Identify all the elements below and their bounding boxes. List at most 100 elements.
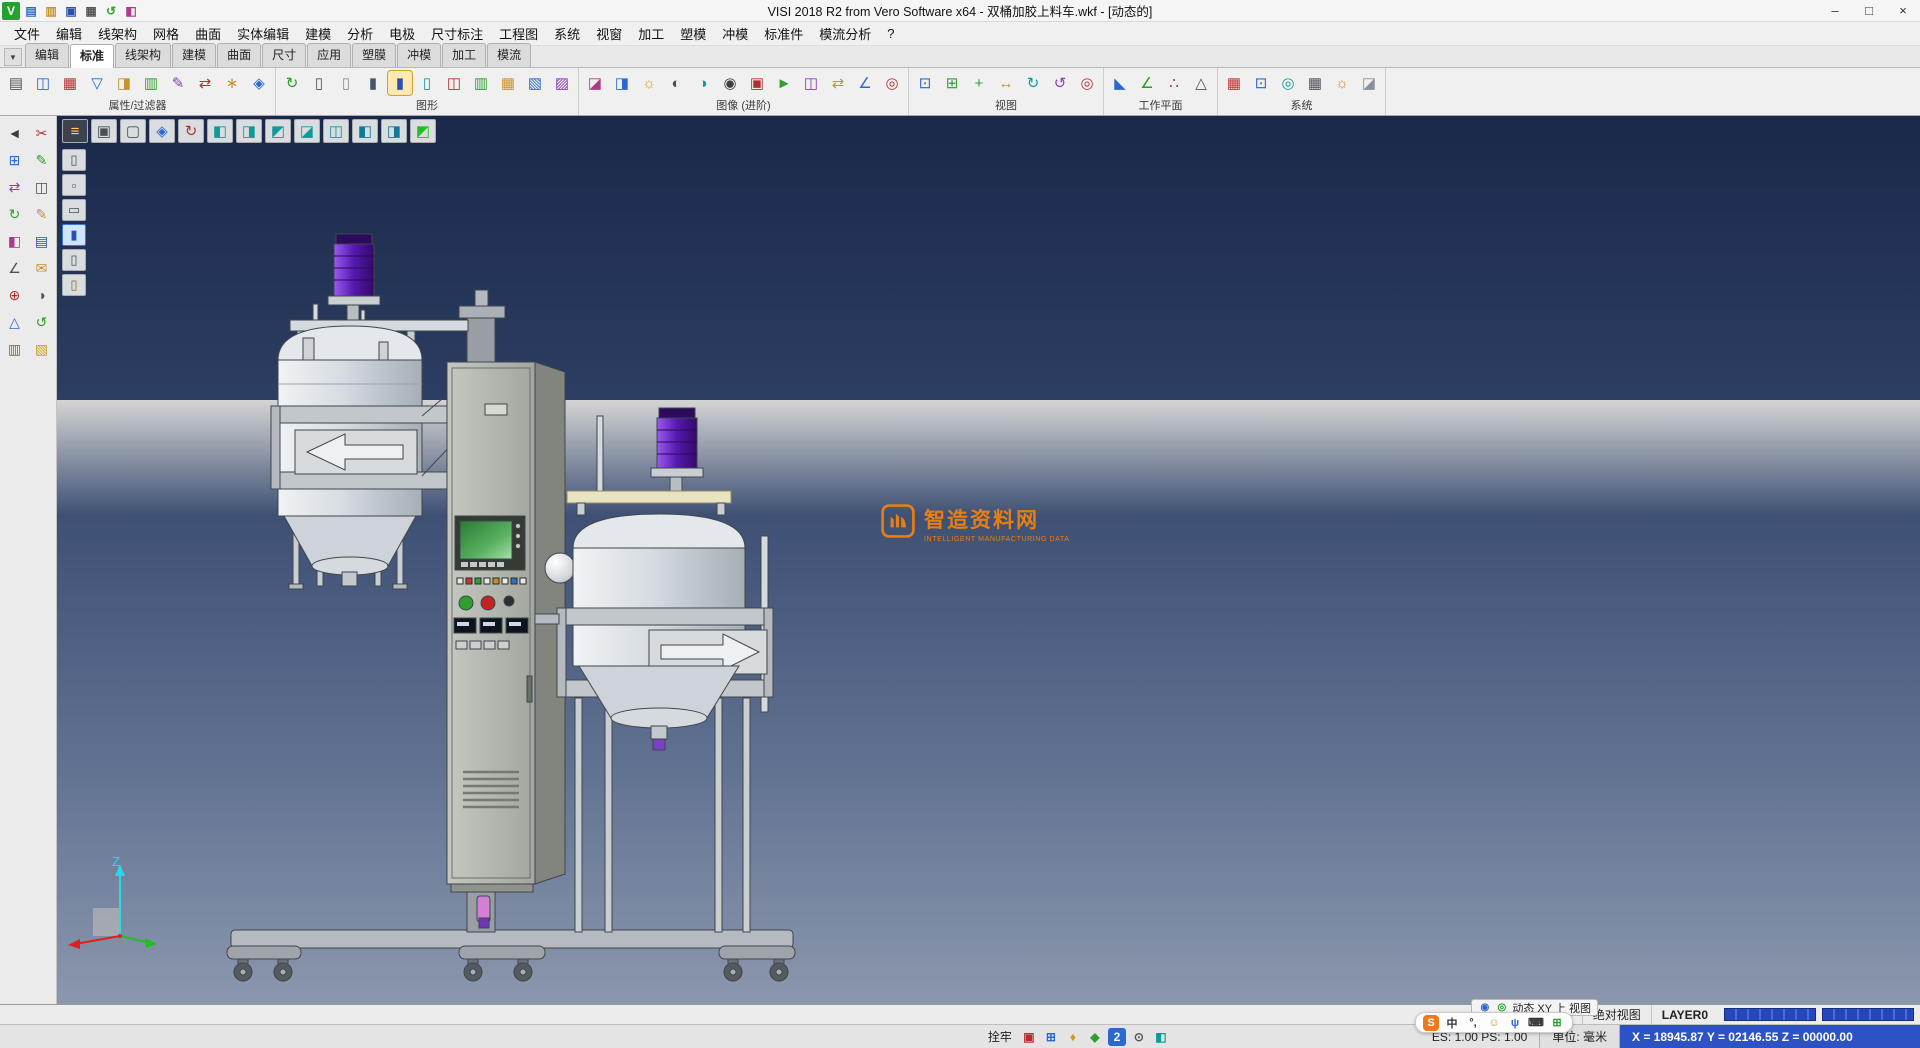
grid-settings-icon[interactable]: ▦ <box>1303 71 1327 95</box>
edit-attributes-icon[interactable]: ✎ <box>166 71 190 95</box>
model-base-frame[interactable] <box>227 930 795 981</box>
menu-item[interactable]: 模流分析 <box>811 21 879 46</box>
drafting-icon[interactable]: ◪ <box>1357 71 1381 95</box>
toolbar-tab[interactable]: 线架构 <box>115 43 171 67</box>
select-icon[interactable]: ◄ <box>3 121 27 145</box>
ime-mic-icon[interactable]: ψ <box>1507 1015 1523 1031</box>
zoom-window-icon[interactable]: ⊞ <box>940 71 964 95</box>
regenerate-icon[interactable]: ↻ <box>280 71 304 95</box>
compare-icon[interactable]: ⇄ <box>826 71 850 95</box>
toolbar-tab[interactable]: 冲模 <box>397 43 441 67</box>
tab-dropdown-button[interactable]: ▼ <box>4 48 22 66</box>
notebook-icon[interactable]: ▤ <box>30 229 54 253</box>
workplane-3points-icon[interactable]: ∴ <box>1162 71 1186 95</box>
toolbar-tab[interactable]: 编辑 <box>25 43 69 67</box>
zoom-in-icon[interactable]: + <box>967 71 991 95</box>
filter-wire-icon[interactable]: ▭ <box>62 199 86 221</box>
lock-toggle[interactable]: 拴牢 <box>980 1028 1020 1045</box>
visi-logo-icon[interactable]: V <box>2 2 20 20</box>
menu-item[interactable]: 标准件 <box>756 21 811 46</box>
view-top-icon[interactable]: ◨ <box>236 119 262 143</box>
shadow-icon[interactable]: ◐ <box>664 71 688 95</box>
toolbar-tab[interactable]: 标准 <box>70 44 114 68</box>
shaded-edges-icon[interactable]: ▮ <box>388 71 412 95</box>
angle-icon[interactable]: ∠ <box>3 256 27 280</box>
maximize-button[interactable]: □ <box>1852 0 1886 21</box>
layers-icon[interactable]: ▥ <box>3 337 27 361</box>
color-filter-icon[interactable]: ◨ <box>112 71 136 95</box>
environment-icon[interactable]: ◎ <box>1276 71 1300 95</box>
zoom-fit-icon[interactable]: ⊡ <box>913 71 937 95</box>
snapshot-icon[interactable]: ▣ <box>745 71 769 95</box>
ime-emoji-icon[interactable]: ☺ <box>1486 1015 1502 1031</box>
award-icon[interactable]: ♦ <box>1064 1028 1082 1046</box>
sogou-logo-icon[interactable]: S <box>1423 1015 1439 1031</box>
menu-item[interactable]: ? <box>879 23 902 44</box>
gear-icon[interactable]: ⊙ <box>1130 1028 1148 1046</box>
quick-select-icon[interactable]: ∗ <box>220 71 244 95</box>
animation-icon[interactable]: ► <box>772 71 796 95</box>
filter-solids-icon[interactable]: ▮ <box>62 224 86 246</box>
view-bottom-icon[interactable]: ◨ <box>381 119 407 143</box>
render-icon[interactable]: ◪ <box>583 71 607 95</box>
folder-icon[interactable]: ▧ <box>30 337 54 361</box>
reflection-icon[interactable]: ◑ <box>691 71 715 95</box>
shaded-display-icon[interactable]: ▮ <box>361 71 385 95</box>
color-table-icon[interactable]: ▦ <box>1222 71 1246 95</box>
wireframe-mode-icon[interactable]: ▢ <box>120 119 146 143</box>
toolbar-tab[interactable]: 应用 <box>307 43 351 67</box>
section-view-icon[interactable]: ◫ <box>442 71 466 95</box>
background-icon[interactable]: ▧ <box>523 71 547 95</box>
filter-icon[interactable]: ▽ <box>85 71 109 95</box>
hidden-line-icon[interactable]: ▯ <box>334 71 358 95</box>
toolbar-tab[interactable]: 尺寸 <box>262 43 306 67</box>
toolbar-tab[interactable]: 曲面 <box>217 43 261 67</box>
ime-keyboard-icon[interactable]: ⌨ <box>1528 1015 1544 1031</box>
toolbar-tab[interactable]: 塑膜 <box>352 43 396 67</box>
capture-icon[interactable]: ◎ <box>880 71 904 95</box>
orbit-icon[interactable]: ↻ <box>1021 71 1045 95</box>
sketch-icon[interactable]: ✎ <box>30 148 54 172</box>
layer-filter-icon[interactable]: ▥ <box>139 71 163 95</box>
viewport[interactable]: Z ≡▣▢◈↻◧◨◩◪◫◧◨◩ ▯▫▭▮▯▯ <box>57 116 1920 1004</box>
filter-points-icon[interactable]: ▫ <box>62 174 86 196</box>
title-bar[interactable]: V▤▥▣▦↺◧ VISI 2018 R2 from Vero Software … <box>0 0 1920 22</box>
snap-grid-icon[interactable]: ⊞ <box>1042 1028 1060 1046</box>
view-back-icon[interactable]: ◧ <box>352 119 378 143</box>
menu-item[interactable]: 冲模 <box>714 21 756 46</box>
active-layer-button[interactable]: LAYER0 <box>1651 1005 1718 1024</box>
workplane-reset-icon[interactable]: △ <box>1189 71 1213 95</box>
entity-info-icon[interactable]: ◈ <box>247 71 271 95</box>
regen-icon[interactable]: ↻ <box>3 202 27 226</box>
view-iso-icon[interactable]: ◧ <box>207 119 233 143</box>
viewport-menu-icon[interactable]: ≡ <box>62 119 88 143</box>
phase-icon[interactable]: ◑ <box>30 283 54 307</box>
target-icon[interactable]: ⊕ <box>3 283 27 307</box>
smooth-display-icon[interactable]: ▨ <box>550 71 574 95</box>
menu-item[interactable]: 系统 <box>546 21 588 46</box>
pan-icon[interactable]: ↔ <box>994 71 1018 95</box>
toolbar-tab[interactable]: 模流 <box>487 43 531 67</box>
display-settings-icon[interactable]: ⊡ <box>1249 71 1273 95</box>
model-left-tank[interactable] <box>271 234 471 589</box>
minimize-button[interactable]: – <box>1818 0 1852 21</box>
workplane-entity-icon[interactable]: ∠ <box>1135 71 1159 95</box>
view-right-icon[interactable]: ◪ <box>294 119 320 143</box>
menu-item[interactable]: 加工 <box>630 21 672 46</box>
undo-icon[interactable]: ↺ <box>102 2 120 20</box>
fill-icon[interactable]: ◧ <box>3 229 27 253</box>
swap-icon[interactable]: ⇄ <box>3 175 27 199</box>
view-front-icon[interactable]: ◩ <box>265 119 291 143</box>
view-iso-shaded-icon[interactable]: ◩ <box>410 119 436 143</box>
plot-icon[interactable]: ◧ <box>122 2 140 20</box>
preview-icon[interactable]: ◫ <box>31 71 55 95</box>
menu-item[interactable]: 视窗 <box>588 21 630 46</box>
ime-lang-icon[interactable]: 中 <box>1444 1015 1460 1031</box>
filter-surfaces-icon[interactable]: ▯ <box>62 249 86 271</box>
view-left-icon[interactable]: ◫ <box>323 119 349 143</box>
measure-icon[interactable]: ∠ <box>853 71 877 95</box>
camera-icon[interactable]: ◉ <box>718 71 742 95</box>
properties-icon[interactable]: ▤ <box>4 71 28 95</box>
toolbar-tab[interactable]: 加工 <box>442 43 486 67</box>
ime-punct-icon[interactable]: °, <box>1465 1015 1481 1031</box>
